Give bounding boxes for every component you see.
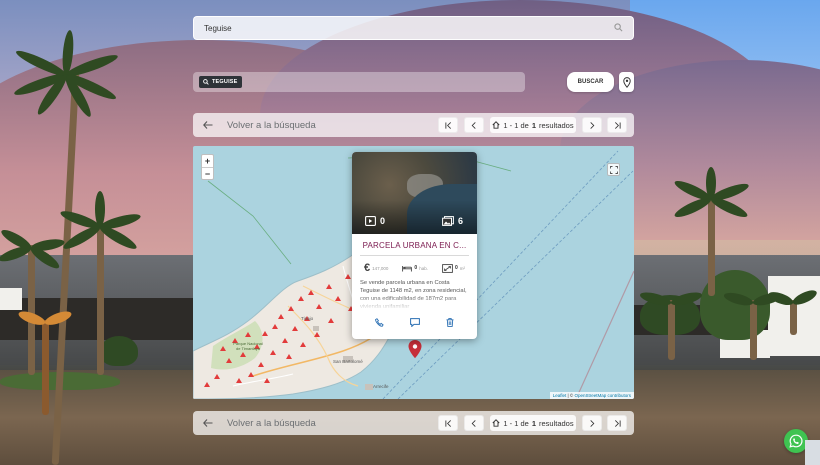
results-count: 1 xyxy=(531,120,536,130)
video-count[interactable]: 0 xyxy=(365,216,385,226)
chevron-right-icon xyxy=(590,419,595,427)
result-navigation-bottom: Volver a la búsqueda 1 - 1 de 1 resultad… xyxy=(193,411,634,435)
first-page-icon xyxy=(444,121,451,129)
property-card[interactable]: 0 6 PARCELA URBANA EN C... € 147,000 0 h… xyxy=(352,152,477,339)
first-page-icon xyxy=(444,419,451,427)
results-suffix: resultados xyxy=(539,120,574,130)
back-arrow-icon[interactable] xyxy=(203,121,223,129)
search-icon[interactable] xyxy=(614,23,623,34)
first-result-button[interactable] xyxy=(438,415,458,431)
message-icon[interactable] xyxy=(410,314,420,332)
last-result-button[interactable] xyxy=(607,117,627,133)
area-feature: 0 m² xyxy=(442,263,465,273)
filter-chip-label: TEGUISE xyxy=(212,79,238,85)
area-unit: m² xyxy=(459,265,465,271)
map-label-timanfaya: Parque Nacional de Timanfaya xyxy=(233,341,263,351)
map-label-arrecife: Arrecife xyxy=(373,384,389,389)
bedrooms-unit: hab. xyxy=(419,265,428,271)
property-photo[interactable]: 0 6 xyxy=(352,152,477,234)
filter-chip-teguise[interactable]: TEGUISE xyxy=(199,76,242,88)
zoom-in-button[interactable]: + xyxy=(202,155,213,167)
property-marker-icon xyxy=(408,340,422,359)
location-search-input[interactable]: Teguise xyxy=(193,16,634,40)
photo-count-value: 6 xyxy=(457,216,463,226)
results-counter[interactable]: 1 - 1 de 1 resultados xyxy=(490,117,576,133)
price-value: 147,000 xyxy=(372,265,389,271)
previous-result-button[interactable] xyxy=(464,117,484,133)
results-prefix: 1 - 1 de xyxy=(503,120,529,130)
results-count: 1 xyxy=(531,418,536,428)
map-zoom-control: + − xyxy=(201,154,214,180)
trash-icon[interactable] xyxy=(446,314,454,332)
zoom-out-button[interactable]: − xyxy=(202,167,213,179)
property-features: € 147,000 0 hab. 0 m² xyxy=(352,256,477,274)
property-title[interactable]: PARCELA URBANA EN C... xyxy=(352,241,477,250)
next-result-button[interactable] xyxy=(582,117,602,133)
video-icon xyxy=(365,216,376,226)
osm-link[interactable]: OpenStreetMap contributors xyxy=(574,393,631,398)
results-suffix: resultados xyxy=(539,418,574,428)
area-value: 0 xyxy=(454,265,458,271)
bedrooms-value: 0 xyxy=(414,265,418,271)
area-icon xyxy=(442,263,453,273)
results-prefix: 1 - 1 de xyxy=(503,418,529,428)
back-to-search-link[interactable]: Volver a la búsqueda xyxy=(227,418,316,429)
card-actions xyxy=(352,314,477,332)
fullscreen-icon xyxy=(609,165,618,174)
bedrooms-feature: 0 hab. xyxy=(402,265,428,272)
bed-icon xyxy=(402,265,413,271)
next-result-button[interactable] xyxy=(582,415,602,431)
whatsapp-icon xyxy=(789,434,803,448)
last-page-icon xyxy=(614,121,621,129)
scroll-corner xyxy=(805,440,820,465)
back-arrow-icon[interactable] xyxy=(203,419,223,427)
fullscreen-button[interactable] xyxy=(607,163,620,176)
map-label-san-bartolome: San Bartolomé xyxy=(333,359,363,364)
active-filters-bar[interactable]: TEGUISE xyxy=(193,72,525,92)
photo-count[interactable]: 6 xyxy=(442,216,463,226)
chevron-left-icon xyxy=(471,121,476,129)
result-navigation-top: Volver a la búsqueda 1 - 1 de 1 resultad… xyxy=(193,113,634,137)
home-icon xyxy=(492,419,500,427)
chevron-right-icon xyxy=(590,121,595,129)
previous-result-button[interactable] xyxy=(464,415,484,431)
map-pin-icon xyxy=(622,76,631,88)
euro-icon: € xyxy=(364,262,371,274)
search-input-value: Teguise xyxy=(204,23,232,33)
last-result-button[interactable] xyxy=(607,415,627,431)
first-result-button[interactable] xyxy=(438,117,458,133)
map-attribution: Leaflet | © OpenStreetMap contributors xyxy=(549,392,634,399)
last-page-icon xyxy=(614,419,621,427)
buscar-button[interactable]: BUSCAR xyxy=(567,72,614,92)
phone-icon[interactable] xyxy=(375,314,384,332)
leaflet-link[interactable]: Leaflet xyxy=(553,393,567,398)
map-label-tinajo: Tinajo xyxy=(301,316,314,321)
chevron-left-icon xyxy=(471,419,476,427)
photos-icon xyxy=(442,216,454,226)
home-icon xyxy=(492,121,500,129)
property-description: Se vende parcela urbana en Costa Teguise… xyxy=(360,280,467,310)
back-to-search-link[interactable]: Volver a la búsqueda xyxy=(227,120,316,131)
map-pin-button[interactable] xyxy=(619,72,634,92)
results-counter[interactable]: 1 - 1 de 1 resultados xyxy=(490,415,576,431)
search-icon xyxy=(203,79,209,85)
price-feature: € 147,000 xyxy=(364,262,388,274)
video-count-value: 0 xyxy=(380,216,386,226)
